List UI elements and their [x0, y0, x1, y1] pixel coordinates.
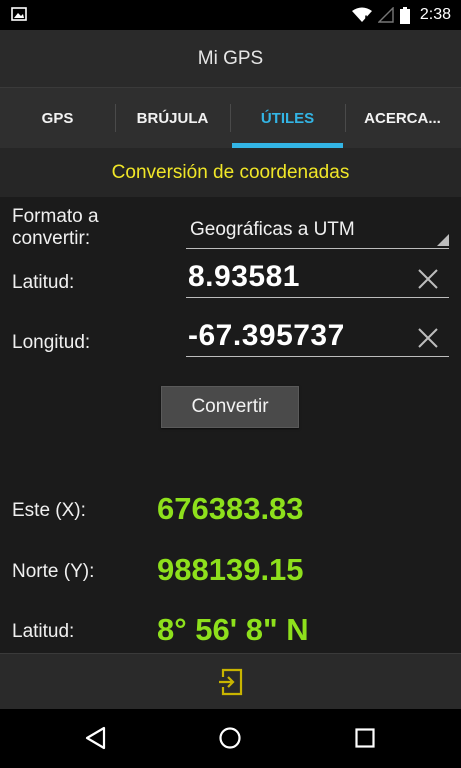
latitude-label: Latitud: — [12, 272, 75, 293]
format-label: Formato a convertir: — [12, 206, 99, 249]
format-select-value: Geográficas a UTM — [190, 219, 355, 240]
app-title: Mi GPS — [197, 47, 264, 69]
north-value: 988139.15 — [157, 552, 304, 587]
recents-icon[interactable] — [353, 726, 377, 750]
tab-utiles[interactable]: ÚTILES — [230, 88, 345, 148]
longitude-label: Longitud: — [12, 332, 91, 353]
result-latitude-value: 8° 56' 8" N — [157, 612, 309, 647]
latitude-value: 8.93581 — [188, 260, 300, 293]
signal-icon — [377, 7, 394, 23]
longitude-value: -67.395737 — [188, 319, 345, 352]
clear-icon[interactable] — [417, 268, 439, 290]
north-label: Norte (Y): — [12, 561, 95, 582]
section-header: Conversión de coordenadas — [0, 148, 461, 197]
longitude-input[interactable]: -67.395737 — [186, 311, 449, 357]
tab-brujula[interactable]: BRÚJULA — [115, 88, 230, 148]
bottom-bar — [0, 653, 461, 710]
action-bar: Mi GPS — [0, 30, 461, 88]
format-select[interactable]: Geográficas a UTM — [186, 213, 449, 249]
tab-bar: GPS BRÚJULA ÚTILES ACERCA... — [0, 88, 461, 148]
east-label: Este (X): — [12, 500, 86, 521]
east-value: 676383.83 — [157, 491, 304, 526]
result-latitude-label: Latitud: — [12, 621, 75, 642]
dropdown-arrow-icon — [437, 234, 449, 246]
conversion-panel: Conversión de coordenadas Formato a conv… — [0, 148, 461, 653]
latitude-input[interactable]: 8.93581 — [186, 252, 449, 298]
svg-text:!: ! — [364, 15, 368, 23]
tab-acerca[interactable]: ACERCA... — [345, 88, 460, 148]
convert-button[interactable]: Convertir — [161, 386, 299, 428]
battery-icon — [399, 6, 410, 24]
section-title: Conversión de coordenadas — [111, 161, 350, 183]
back-icon[interactable] — [84, 726, 108, 750]
image-icon — [11, 7, 27, 21]
status-bar: ! 2:38 — [0, 0, 461, 30]
wifi-icon: ! — [351, 7, 372, 23]
home-icon[interactable] — [218, 726, 242, 750]
status-time: 2:38 — [419, 6, 451, 23]
tab-gps[interactable]: GPS — [0, 88, 115, 148]
exit-icon[interactable] — [217, 667, 245, 697]
clear-icon[interactable] — [417, 327, 439, 349]
navigation-bar — [0, 709, 461, 768]
